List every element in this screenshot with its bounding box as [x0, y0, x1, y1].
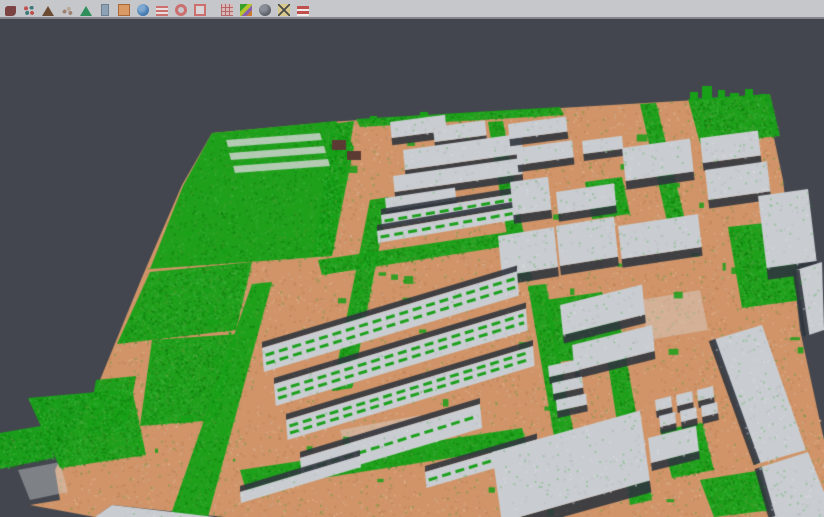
- grid-cells-icon-glyph: [221, 4, 233, 16]
- sparse-points-icon[interactable]: [59, 0, 75, 17]
- ortho-tile-icon-glyph: [118, 4, 130, 16]
- side-panel-icon[interactable]: [97, 0, 113, 17]
- ruler-stripes-icon[interactable]: [295, 0, 311, 17]
- vegetation-terrain-icon-glyph: [80, 6, 92, 16]
- colored-points-icon-glyph: [23, 5, 35, 16]
- class-edit-icon[interactable]: [276, 0, 292, 17]
- cloud-import-icon-glyph: [5, 6, 16, 16]
- ortho-tile-icon[interactable]: [116, 0, 132, 17]
- grid-cells-icon[interactable]: [219, 0, 235, 17]
- dark-sphere-icon-glyph: [259, 4, 271, 16]
- globe-icon[interactable]: [135, 0, 151, 17]
- class-edit-icon-glyph: [278, 4, 290, 16]
- vegetation-terrain-icon[interactable]: [78, 0, 94, 17]
- terrain-mound-icon-glyph: [42, 6, 54, 16]
- colored-points-icon[interactable]: [21, 0, 37, 17]
- app-window: [0, 0, 824, 517]
- dark-sphere-icon[interactable]: [257, 0, 273, 17]
- sparse-points-icon-glyph: [61, 5, 73, 16]
- globe-icon-glyph: [137, 4, 149, 16]
- toolbar: [0, 0, 824, 19]
- side-panel-icon-glyph: [101, 4, 109, 16]
- crop-box-icon-glyph: [194, 4, 206, 16]
- profile-stripes-icon-glyph: [156, 6, 168, 16]
- ring-select-icon-glyph: [175, 4, 187, 16]
- cloud-import-icon[interactable]: [2, 0, 18, 17]
- classification-colors-icon[interactable]: [238, 0, 254, 17]
- crop-box-icon[interactable]: [192, 0, 208, 17]
- terrain-mound-icon[interactable]: [40, 0, 56, 17]
- ruler-stripes-icon-glyph: [297, 6, 309, 16]
- classification-colors-icon-glyph: [240, 4, 252, 16]
- profile-stripes-icon[interactable]: [154, 0, 170, 17]
- ring-select-icon[interactable]: [173, 0, 189, 17]
- viewport-3d-canvas[interactable]: [0, 0, 824, 517]
